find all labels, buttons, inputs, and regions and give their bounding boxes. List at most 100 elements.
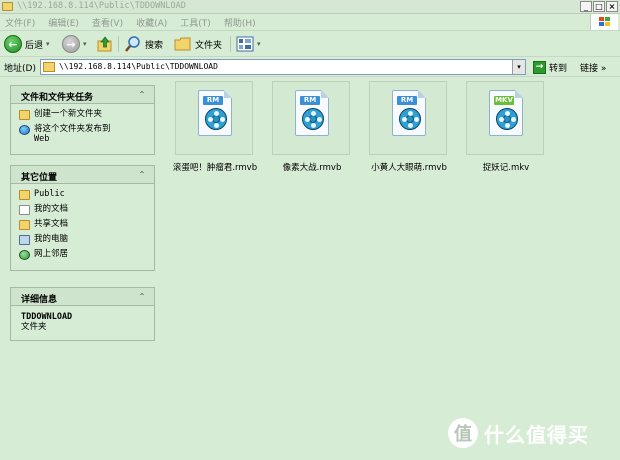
collapse-chevron-icon[interactable]: ⌃ — [136, 89, 148, 101]
folders-icon — [174, 37, 191, 51]
maximize-button[interactable]: □ — [593, 1, 605, 12]
file-name: 像素大战.rmvb — [282, 163, 342, 173]
watermark-text: 什么值得买 — [484, 422, 589, 447]
task-pane: 文件和文件夹任务 ⌃ 创建一个新文件夹 将这个文件夹发布到 Web 其它位置 ⌃ — [0, 77, 166, 460]
window-controls: _ □ × — [580, 1, 618, 12]
file-type-badge: RM — [203, 96, 223, 105]
task-label: 创建一个新文件夹 — [34, 109, 103, 119]
place-my-computer[interactable]: 我的电脑 — [19, 234, 146, 245]
place-label: Public — [34, 189, 65, 199]
go-button[interactable]: → 转到 — [533, 59, 567, 75]
menu-help[interactable]: 帮助(H) — [224, 16, 256, 29]
task-label: 将这个文件夹发布到 Web — [34, 124, 111, 144]
place-label: 我的文档 — [34, 204, 69, 214]
search-icon — [125, 36, 140, 52]
place-shared-documents[interactable]: 共享文档 — [19, 219, 146, 230]
menu-favorites[interactable]: 收藏(A) — [136, 16, 167, 29]
folder-icon — [2, 2, 13, 11]
place-label: 我的电脑 — [34, 234, 69, 244]
file-name: 小黄人大眼萌.rmvb — [371, 163, 447, 173]
address-label: 地址(D) — [4, 64, 36, 74]
file-thumbnail: RM — [175, 81, 253, 155]
network-icon — [19, 250, 30, 260]
file-name: 捉妖记.mkv — [482, 163, 530, 173]
task-label-line1: 将这个文件夹发布到 — [34, 124, 111, 134]
computer-icon — [19, 235, 30, 245]
views-button[interactable]: ▾ — [236, 34, 261, 54]
file-type-badge: RM — [300, 96, 320, 105]
task-new-folder[interactable]: 创建一个新文件夹 — [19, 109, 146, 120]
back-button[interactable]: ← 后退 ▾ — [4, 34, 50, 54]
file-type-badge: RM — [397, 96, 417, 105]
file-thumbnail: MKV — [466, 81, 544, 155]
window-title: \\192.168.8.114\Public\TDDOWNLOAD — [17, 1, 186, 11]
address-input[interactable]: \\192.168.8.114\Public\TDDOWNLOAD ▾ — [40, 59, 526, 75]
file-thumbnail: RM — [272, 81, 350, 155]
film-reel-icon — [302, 108, 324, 130]
toolbar: ← 后退 ▾ → ▾ 搜索 文件夹 ▾ — [0, 31, 620, 57]
close-button[interactable]: × — [606, 1, 618, 12]
other-places-panel: 其它位置 ⌃ Public 我的文档 共享文档 我的电脑 网上邻居 — [10, 165, 155, 271]
film-reel-icon — [399, 108, 421, 130]
film-reel-icon — [205, 108, 227, 130]
title-bar: \\192.168.8.114\Public\TDDOWNLOAD _ □ × — [0, 0, 620, 14]
folders-label: 文件夹 — [195, 40, 223, 51]
address-bar: 地址(D) \\192.168.8.114\Public\TDDOWNLOAD … — [0, 57, 620, 77]
go-arrow-icon: → — [533, 60, 546, 74]
file-tasks-header[interactable]: 文件和文件夹任务 ⌃ — [11, 86, 154, 104]
address-value[interactable]: \\192.168.8.114\Public\TDDOWNLOAD — [59, 62, 218, 71]
place-my-documents[interactable]: 我的文档 — [19, 204, 146, 215]
back-label: 后退 — [25, 40, 44, 51]
panel-title: 详细信息 — [21, 295, 58, 305]
views-dropdown-icon[interactable]: ▾ — [257, 40, 261, 48]
watermark: 值 什么值得买 — [448, 418, 589, 448]
documents-icon — [19, 205, 30, 215]
panel-title: 其它位置 — [21, 173, 58, 183]
file-tasks-panel: 文件和文件夹任务 ⌃ 创建一个新文件夹 将这个文件夹发布到 Web — [10, 85, 155, 155]
menu-edit[interactable]: 编辑(E) — [48, 16, 79, 29]
details-panel: 详细信息 ⌃ TDDOWNLOAD 文件夹 — [10, 287, 155, 341]
collapse-chevron-icon[interactable]: ⌃ — [136, 291, 148, 303]
menu-view[interactable]: 查看(V) — [92, 16, 123, 29]
details-header[interactable]: 详细信息 ⌃ — [11, 288, 154, 306]
folder-icon — [19, 190, 30, 200]
task-label-line2: Web — [34, 134, 50, 144]
menu-tools[interactable]: 工具(T) — [180, 16, 211, 29]
links-button[interactable]: 链接 » — [580, 61, 606, 74]
other-places-header[interactable]: 其它位置 ⌃ — [11, 166, 154, 184]
place-label: 共享文档 — [34, 219, 69, 229]
forward-arrow-icon: → — [62, 35, 80, 53]
back-dropdown-icon[interactable]: ▾ — [46, 40, 50, 48]
film-reel-icon — [496, 108, 518, 130]
search-label: 搜索 — [145, 40, 164, 51]
links-label: 链接 — [580, 64, 599, 74]
folders-button[interactable]: 文件夹 — [174, 34, 222, 54]
search-button[interactable]: 搜索 — [124, 34, 163, 54]
views-grid-icon — [236, 36, 254, 52]
address-dropdown-icon[interactable]: ▾ — [512, 60, 525, 74]
forward-dropdown-icon[interactable]: ▾ — [83, 40, 87, 48]
place-network[interactable]: 网上邻居 — [19, 249, 146, 260]
publish-web-icon — [19, 125, 30, 135]
go-label: 转到 — [549, 63, 568, 74]
new-folder-icon — [19, 110, 30, 120]
windows-flag-icon — [599, 17, 611, 27]
file-list: RM 滚蛋吧！肿瘤君.rmvb RM 像素大战.rmvb RM 小黄人大眼萌.r… — [166, 77, 620, 460]
forward-button[interactable]: → ▾ — [62, 34, 87, 54]
up-folder-icon — [97, 36, 112, 52]
place-public[interactable]: Public — [19, 189, 146, 200]
windows-logo — [590, 14, 618, 30]
shared-folder-icon — [19, 220, 30, 230]
details-name: TDDOWNLOAD — [21, 312, 73, 322]
collapse-chevron-icon[interactable]: ⌃ — [136, 169, 148, 181]
video-file-icon: RM — [295, 90, 329, 136]
video-file-icon: MKV — [489, 90, 523, 136]
menu-file[interactable]: 文件(F) — [5, 16, 35, 29]
minimize-button[interactable]: _ — [580, 1, 592, 12]
details-type: 文件夹 — [21, 322, 47, 332]
video-file-icon: RM — [392, 90, 426, 136]
task-publish-web[interactable]: 将这个文件夹发布到 Web — [19, 124, 146, 144]
up-folder-button[interactable] — [96, 34, 114, 54]
folder-icon — [43, 62, 55, 72]
video-file-icon: RM — [198, 90, 232, 136]
